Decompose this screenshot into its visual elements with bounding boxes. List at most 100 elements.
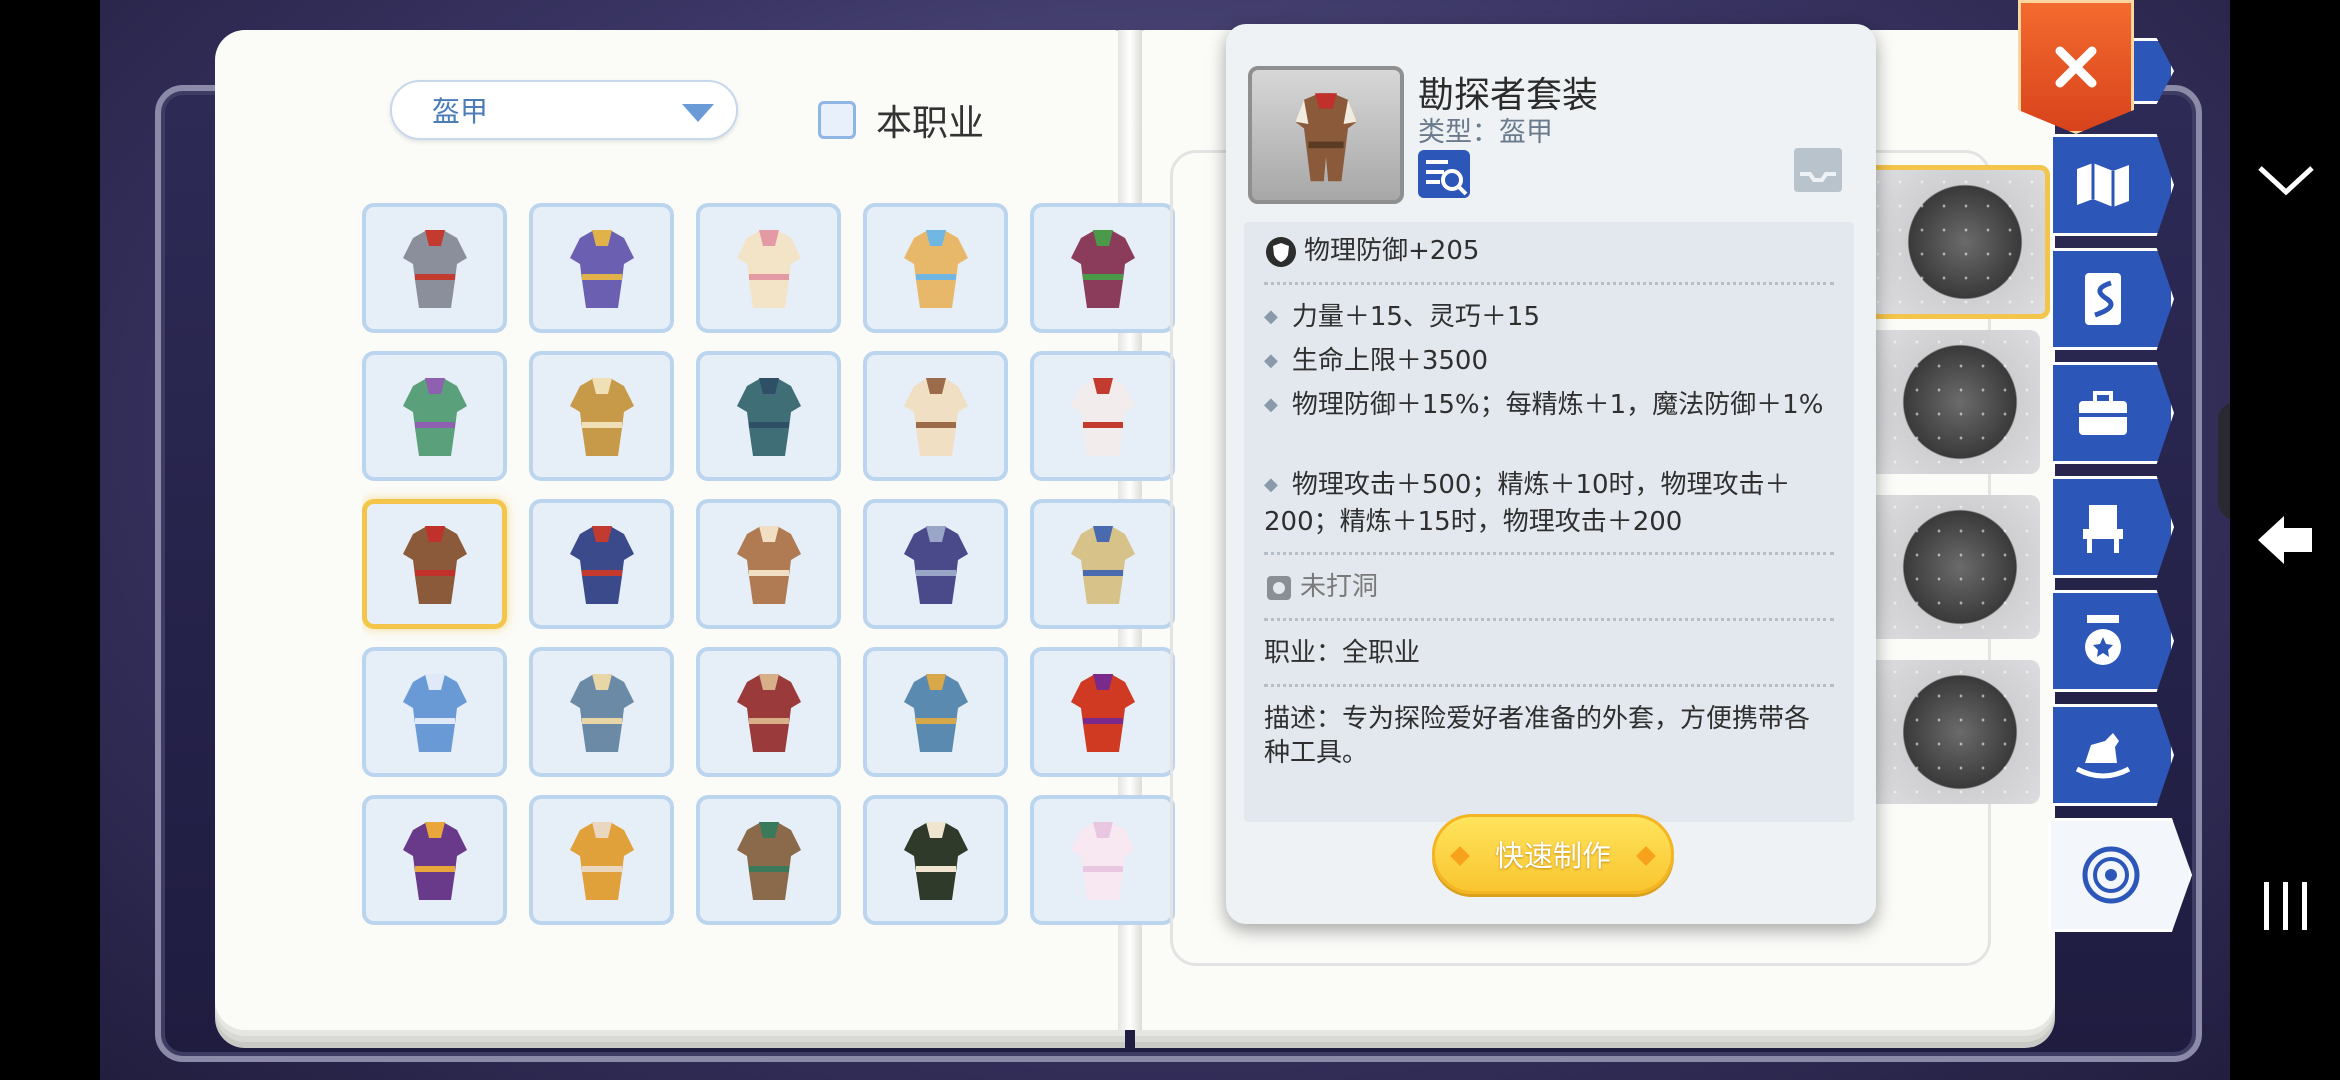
recent-apps-icon[interactable] (2256, 876, 2316, 936)
category-dropdown[interactable]: 盔甲 (390, 80, 738, 140)
job-filter[interactable]: 本职业 (818, 94, 984, 146)
armor-slot[interactable] (1030, 647, 1175, 777)
quick-craft-button[interactable]: 快速制作 (1432, 814, 1674, 894)
divider (1264, 282, 1834, 285)
game-screen: 盔甲 本职业 勘探者套装 类型：盔甲 物理防御+205 ◆ 力量＋15、灵巧＋1… (100, 0, 2230, 1080)
armor-icon (736, 230, 801, 308)
description-row: 描述：专为探险爱好者准备的外套，方便携带各种工具。 (1264, 704, 1811, 768)
map-icon (2077, 163, 2129, 207)
armor-slot[interactable] (529, 351, 674, 481)
diamond-bullet-icon: ◆ (1264, 474, 1278, 495)
armor-icon (1070, 674, 1135, 752)
back-arrow-icon[interactable] (2254, 508, 2318, 572)
armor-slot[interactable] (529, 203, 674, 333)
effect-row: ◆ 生命上限＋3500 (1264, 346, 1489, 376)
chevron-down-icon (682, 104, 714, 122)
armor-slot[interactable] (863, 499, 1008, 629)
item-detail-popup: 勘探者套装 类型：盔甲 物理防御+205 ◆ 力量＋15、灵巧＋15 ◆ 生命上限＋… (1226, 24, 1876, 924)
diamond-bullet-icon: ◆ (1264, 306, 1278, 327)
armor-icon (1070, 822, 1135, 900)
armor-slot[interactable] (362, 795, 507, 925)
close-icon (2055, 46, 2097, 88)
armor-slot[interactable] (362, 647, 507, 777)
job-checkbox-label: 本职业 (876, 103, 985, 144)
tab-medal[interactable] (2050, 590, 2174, 692)
armor-icon (1070, 378, 1135, 456)
divider (1264, 618, 1834, 621)
floating-assist-ball[interactable] (2218, 402, 2230, 520)
armor-icon (736, 674, 801, 752)
armor-icon (402, 230, 467, 308)
quick-craft-label: 快速制作 (1494, 839, 1611, 873)
divider (1264, 684, 1834, 687)
armor-slot[interactable] (696, 647, 841, 777)
tab-furniture[interactable] (2050, 476, 2174, 578)
armor-icon (402, 526, 467, 604)
chair-icon (2083, 505, 2123, 553)
button-deco (1450, 846, 1470, 866)
button-deco (1636, 846, 1656, 866)
armor-slot[interactable] (362, 351, 507, 481)
effect-row: ◆ 物理防御＋15%；每精炼＋1，魔法防御＋1% (1264, 390, 1824, 420)
armor-slot[interactable] (863, 795, 1008, 925)
armor-icon (569, 822, 634, 900)
shield-icon (1266, 236, 1296, 267)
armor-grid (362, 168, 1204, 938)
diamond-bullet-icon: ◆ (1264, 394, 1278, 415)
explorer-suit-icon (1295, 93, 1357, 182)
armor-icon (903, 378, 968, 456)
armor-slot[interactable] (362, 203, 507, 333)
rocking-horse-icon (2075, 733, 2131, 779)
tab-toolbox[interactable] (2050, 362, 2174, 464)
diamond-bullet-icon: ◆ (1264, 350, 1278, 371)
armor-slot[interactable] (863, 351, 1008, 481)
armor-slot[interactable] (1030, 351, 1175, 481)
tab-card[interactable] (2050, 248, 2174, 350)
armor-icon (903, 822, 968, 900)
armor-slot[interactable] (529, 499, 674, 629)
armor-slot[interactable] (696, 499, 841, 629)
compass-icon (2082, 846, 2140, 904)
armor-slot[interactable] (529, 795, 674, 925)
armor-icon (569, 378, 634, 456)
armor-icon (736, 526, 801, 604)
armor-slot[interactable] (863, 203, 1008, 333)
item-stats: 物理防御+205 ◆ 力量＋15、灵巧＋15 ◆ 生命上限＋3500 ◆ 物理防御＋1… (1244, 222, 1854, 822)
armor-icon (736, 378, 801, 456)
armor-icon (736, 822, 801, 900)
base-stat-text: 物理防御+205 (1304, 236, 1480, 266)
category-dropdown-value: 盔甲 (432, 95, 489, 128)
armor-slot[interactable] (1030, 499, 1175, 629)
armor-icon (569, 526, 634, 604)
armor-icon (402, 378, 467, 456)
tab-map[interactable] (2050, 134, 2174, 236)
effect-row: ◆ 力量＋15、灵巧＋15 (1264, 302, 1541, 332)
armor-icon (402, 822, 467, 900)
armor-slot[interactable] (1030, 795, 1175, 925)
armor-icon (1070, 230, 1135, 308)
armor-slot[interactable] (1030, 203, 1175, 333)
tab-toy[interactable] (2050, 704, 2174, 806)
armor-slot[interactable] (696, 795, 841, 925)
armor-slot[interactable] (863, 647, 1008, 777)
armor-icon (569, 230, 634, 308)
armor-icon (903, 230, 968, 308)
tray-icon[interactable] (1790, 146, 1846, 194)
close-button[interactable] (2018, 0, 2134, 134)
job-checkbox[interactable] (818, 101, 856, 139)
armor-slot[interactable] (362, 499, 507, 629)
system-nav-bar (2230, 0, 2340, 1080)
item-icon (1248, 66, 1404, 204)
item-type: 类型：盔甲 (1418, 117, 1553, 148)
armor-icon (903, 526, 968, 604)
chevron-down-icon[interactable] (2254, 160, 2318, 200)
armor-slot[interactable] (696, 351, 841, 481)
armor-icon (402, 674, 467, 752)
inspect-icon[interactable] (1416, 148, 1472, 200)
toolbox-icon (2079, 391, 2127, 435)
tab-crafting[interactable] (2048, 818, 2192, 932)
effect-row: ◆ 物理攻击＋500；精炼＋10时，物理攻击＋200；精炼＋15时，物理攻击＋20… (1264, 470, 1791, 537)
armor-slot[interactable] (529, 647, 674, 777)
armor-slot[interactable] (696, 203, 841, 333)
medal-icon (2085, 615, 2121, 665)
